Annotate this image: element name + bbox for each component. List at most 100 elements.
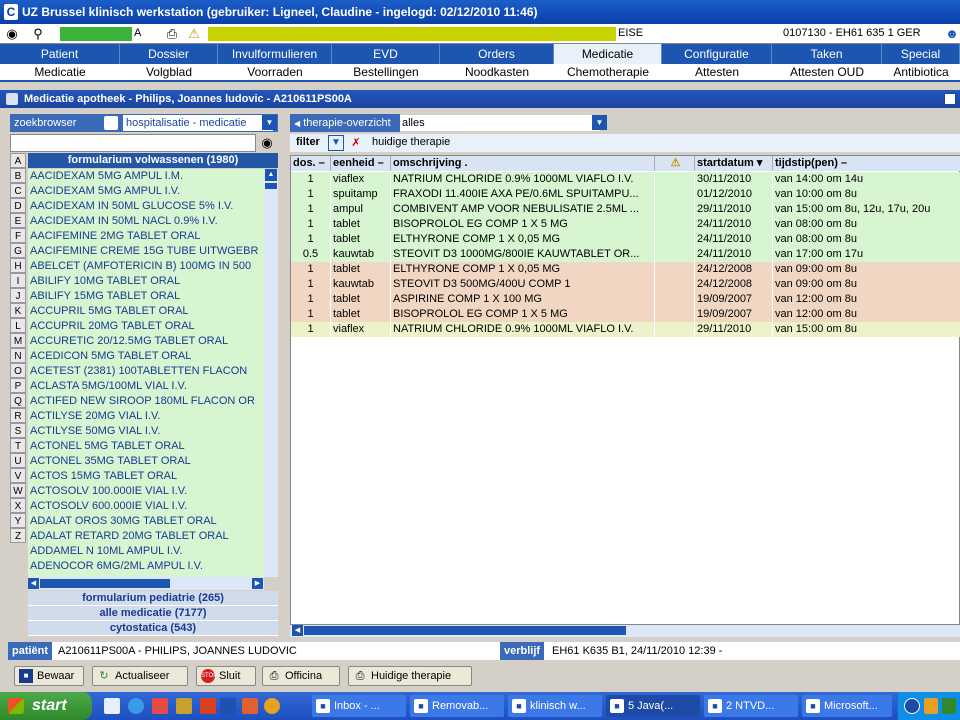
alpha-index-y[interactable]: Y	[10, 513, 26, 528]
tab-orders[interactable]: Orders	[440, 44, 554, 64]
list-item[interactable]: ACTIFED NEW SIROOP 180ML FLACON OR	[28, 394, 264, 409]
table-row[interactable]: 1 tablet BISOPROLOL EG COMP 1 X 5 MG 24/11/…	[291, 217, 960, 232]
taskbar-item-microsoft[interactable]: ■ Microsoft...	[802, 695, 892, 717]
alpha-index-z[interactable]: Z	[10, 528, 26, 543]
alpha-index-r[interactable]: R	[10, 408, 26, 423]
list-item[interactable]: ACTOS 15MG TABLET ORAL	[28, 469, 264, 484]
subtab-voorraden[interactable]: Voorraden	[218, 64, 332, 80]
list-item[interactable]: ADALAT OROS 30MG TABLET ORAL	[28, 514, 264, 529]
outlook-icon[interactable]	[200, 698, 216, 714]
binoculars-icon[interactable]: ◉	[4, 26, 20, 42]
grid-horizontal-scrollbar[interactable]: ◀	[290, 625, 960, 637]
tab-evd[interactable]: EVD	[332, 44, 440, 64]
col-header-eenheid[interactable]: eenheid –	[331, 156, 391, 171]
list-item[interactable]: ADDAMEL N 10ML AMPUL I.V.	[28, 544, 264, 559]
list-item[interactable]: AACIDEXAM IN 50ML NACL 0.9% I.V.	[28, 214, 264, 229]
chevron-down-icon[interactable]: ▼	[592, 115, 607, 130]
subtab-volgblad[interactable]: Volgblad	[120, 64, 218, 80]
col-header-startdatum[interactable]: startdatum ▾	[695, 156, 773, 171]
alpha-index-h[interactable]: H	[10, 258, 26, 273]
word-icon[interactable]	[220, 698, 236, 714]
table-row[interactable]: 1 tablet ELTHYRONE COMP 1 X 0,05 MG 24/12/2…	[291, 262, 960, 277]
subtab-medicatie[interactable]: Medicatie	[0, 64, 120, 80]
scroll-thumb[interactable]	[265, 183, 277, 189]
magnifier-icon[interactable]: ⚲	[30, 26, 46, 42]
list-item[interactable]: ACCUPRIL 5MG TABLET ORAL	[28, 304, 264, 319]
list-item[interactable]: ACEDICON 5MG TABLET ORAL	[28, 349, 264, 364]
therapy-select[interactable]: alles	[400, 115, 600, 131]
table-row[interactable]: 1 tablet ASPIRINE COMP 1 X 100 MG 19/09/200…	[291, 292, 960, 307]
alpha-index-j[interactable]: J	[10, 288, 26, 303]
list-item[interactable]: ACETEST (2381) 100TABLETTEN FLACON	[28, 364, 264, 379]
close-button[interactable]: STOP Sluit	[196, 666, 256, 686]
subtab-antibiotica[interactable]: Antibiotica	[882, 64, 960, 80]
alpha-index-q[interactable]: Q	[10, 393, 26, 408]
tab-configuratie[interactable]: Configuratie	[662, 44, 772, 64]
alpha-index-x[interactable]: X	[10, 498, 26, 513]
list-item[interactable]: ACCURETIC 20/12.5MG TABLET ORAL	[28, 334, 264, 349]
maximize-icon[interactable]	[944, 93, 956, 105]
list-item[interactable]: ACLASTA 5MG/100ML VIAL I.V.	[28, 379, 264, 394]
table-row[interactable]: 1 tablet ELTHYRONE COMP 1 X 0,05 MG 24/11/2…	[291, 232, 960, 247]
taskbar-item-klinisch[interactable]: ■ klinisch w...	[508, 695, 602, 717]
list-item[interactable]: ADENOCOR 6MG/2ML AMPUL I.V.	[28, 559, 264, 574]
printer-icon[interactable]: ⎙	[164, 26, 180, 42]
col-header-omschrijving[interactable]: omschrijving .	[391, 156, 655, 171]
scroll-right-icon[interactable]: ▶	[252, 578, 263, 589]
alpha-index-v[interactable]: V	[10, 468, 26, 483]
powerpoint-icon[interactable]	[242, 698, 258, 714]
warning-icon[interactable]: ⚠	[186, 26, 202, 42]
taskbar-item-removable[interactable]: ■ Removab...	[410, 695, 504, 717]
tab-patient[interactable]: Patient	[0, 44, 120, 64]
binoculars-search-icon[interactable]: ◉	[258, 135, 276, 151]
tray-icon[interactable]	[904, 698, 920, 714]
drug-list-horizontal-scrollbar[interactable]: ◀ ▶	[28, 577, 264, 590]
alpha-index-e[interactable]: E	[10, 213, 26, 228]
list-item[interactable]: AACIDEXAM 5MG AMPUL I.V.	[28, 184, 264, 199]
col-header-warning[interactable]: ⚠	[655, 156, 695, 171]
start-button[interactable]: start	[0, 692, 92, 720]
list-item[interactable]: ACTONEL 35MG TABLET ORAL	[28, 454, 264, 469]
alpha-index-t[interactable]: T	[10, 438, 26, 453]
list-item[interactable]: ACTOSOLV 100.000IE VIAL I.V.	[28, 484, 264, 499]
quicklaunch-icon[interactable]	[176, 698, 192, 714]
taskbar-item-inbox[interactable]: ■ Inbox - ...	[312, 695, 406, 717]
browser-icon[interactable]	[104, 116, 118, 130]
taskbar-item-java[interactable]: ■ 5 Java(...	[606, 695, 700, 717]
subtab-bestellingen[interactable]: Bestellingen	[332, 64, 440, 80]
filter-funnel-icon[interactable]: ▼	[328, 135, 344, 151]
clear-filter-icon[interactable]: ✗	[348, 135, 364, 151]
ie-icon[interactable]	[128, 698, 144, 714]
alpha-index-d[interactable]: D	[10, 198, 26, 213]
table-row[interactable]: 1 spuitamp FRAXODI 11.400IE AXA PE/0.6ML S…	[291, 187, 960, 202]
alpha-index-p[interactable]: P	[10, 378, 26, 393]
list-item[interactable]: ADALAT RETARD 20MG TABLET ORAL	[28, 529, 264, 544]
list-item[interactable]: ACCUPRIL 20MG TABLET ORAL	[28, 319, 264, 334]
tab-invulformulieren[interactable]: Invulformulieren	[218, 44, 332, 64]
scroll-left-icon[interactable]: ◀	[28, 578, 39, 589]
category-pediatrie[interactable]: formularium pediatrie (265)	[28, 591, 278, 606]
refresh-button[interactable]: ↻ Actualiseer	[92, 666, 188, 686]
current-therapy-button[interactable]: ⎙ Huidige therapie	[348, 666, 472, 686]
col-header-tijdstippen[interactable]: tijdstip(pen) –	[773, 156, 960, 171]
alpha-index-k[interactable]: K	[10, 303, 26, 318]
browser-select[interactable]: hospitalisatie - medicatie	[123, 115, 273, 131]
tab-medicatie[interactable]: Medicatie	[554, 44, 662, 64]
table-row[interactable]: 1 tablet BISOPROLOL EG COMP 1 X 5 MG 19/09/…	[291, 307, 960, 322]
alpha-index-c[interactable]: C	[10, 183, 26, 198]
user-icon[interactable]: ☻	[944, 26, 960, 42]
table-row[interactable]: 1 viaflex NATRIUM CHLORIDE 0.9% 1000ML VIA…	[291, 322, 960, 337]
search-input[interactable]	[10, 134, 256, 152]
subtab-attesten-oud[interactable]: Attesten OUD	[772, 64, 882, 80]
scroll-thumb[interactable]	[40, 579, 170, 588]
subtab-noodkasten[interactable]: Noodkasten	[440, 64, 554, 80]
category-cytostatica[interactable]: cytostatica (543)	[28, 621, 278, 636]
list-item[interactable]: ABILIFY 15MG TABLET ORAL	[28, 289, 264, 304]
tray-icon[interactable]	[942, 698, 956, 714]
officina-button[interactable]: ⎙ Officina	[262, 666, 340, 686]
list-item[interactable]: ACTOSOLV 600.000IE VIAL I.V.	[28, 499, 264, 514]
scroll-left-icon[interactable]: ◀	[292, 625, 303, 636]
list-item[interactable]: AACIDEXAM 5MG AMPUL I.M.	[28, 169, 264, 184]
list-item[interactable]: AACIFEMINE 2MG TABLET ORAL	[28, 229, 264, 244]
save-button[interactable]: ■ Bewaar	[14, 666, 84, 686]
